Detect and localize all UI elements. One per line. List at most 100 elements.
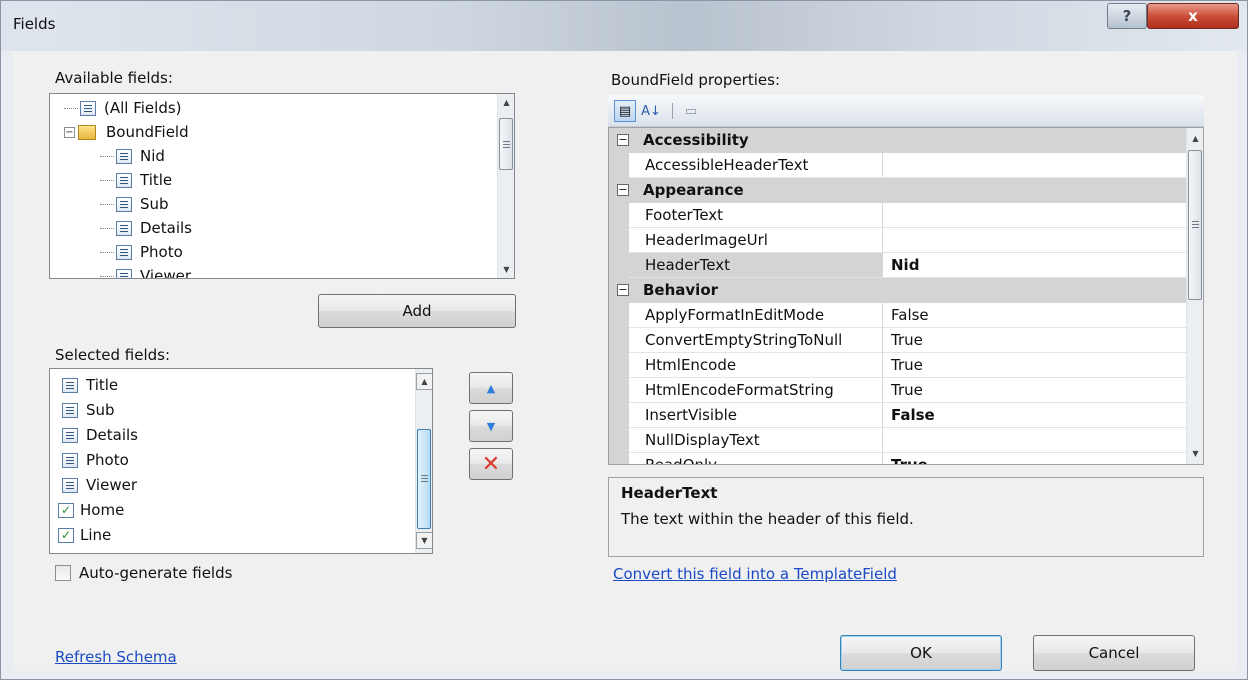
property-value[interactable]: True — [887, 353, 1187, 377]
delete-button[interactable]: ✕ — [469, 448, 513, 480]
move-up-button[interactable]: ▲ — [469, 372, 513, 404]
property-name: ReadOnly — [609, 453, 883, 464]
property-row[interactable]: HeaderImageUrl — [609, 228, 1187, 253]
bound-field-icon — [62, 477, 78, 493]
tree-item-boundfield[interactable]: − BoundField — [64, 120, 189, 144]
property-grid-scrollbar[interactable]: ▲ ▼ — [1186, 128, 1203, 464]
cancel-button[interactable]: Cancel — [1033, 635, 1195, 671]
scroll-thumb[interactable] — [1188, 150, 1202, 300]
property-row[interactable]: ApplyFormatInEditMode False — [609, 303, 1187, 328]
list-item-label: Details — [86, 426, 139, 444]
list-item-label: Viewer — [86, 476, 137, 494]
alphabetical-sort-icon[interactable]: A↓ — [640, 100, 662, 122]
tree-item-nid[interactable]: Nid — [100, 144, 165, 168]
scroll-thumb[interactable] — [417, 429, 431, 529]
property-row[interactable]: FooterText — [609, 203, 1187, 228]
property-value[interactable] — [887, 153, 1187, 177]
property-description-pane: HeaderText The text within the header of… — [608, 477, 1204, 557]
list-item[interactable]: ✓ Line — [58, 523, 111, 547]
list-item-label: Line — [80, 526, 112, 544]
ok-button[interactable]: OK — [840, 635, 1002, 671]
help-button[interactable]: ? — [1107, 3, 1147, 29]
collapse-icon[interactable]: − — [617, 134, 629, 146]
tree-item-details[interactable]: Details — [100, 216, 192, 240]
selected-scrollbar[interactable]: ▲ ▼ — [415, 369, 432, 553]
property-name: HtmlEncodeFormatString — [609, 378, 883, 402]
property-row[interactable]: HtmlEncodeFormatString True — [609, 378, 1187, 403]
autogenerate-checkbox[interactable] — [55, 565, 71, 581]
fields-dialog: Fields ? x Available fields: (All Fields… — [0, 0, 1248, 680]
property-name: InsertVisible — [609, 403, 883, 427]
tree-item-all-fields[interactable]: (All Fields) — [64, 96, 182, 120]
convert-templatefield-link[interactable]: Convert this field into a TemplateField — [613, 565, 897, 583]
list-item[interactable]: ✓ Home — [58, 498, 124, 522]
tree-item-viewer[interactable]: Viewer — [100, 264, 191, 278]
title-bar[interactable]: Fields ? x — [1, 1, 1247, 51]
tree-item-title[interactable]: Title — [100, 168, 172, 192]
property-value[interactable]: True — [887, 453, 1187, 464]
collapse-icon[interactable]: − — [64, 126, 75, 138]
scroll-up-icon[interactable]: ▲ — [1187, 130, 1203, 147]
bound-field-icon — [62, 427, 78, 443]
scroll-thumb[interactable] — [499, 118, 513, 170]
add-button[interactable]: Add — [318, 294, 516, 328]
property-name: HtmlEncode — [609, 353, 883, 377]
property-value[interactable]: False — [887, 403, 1187, 427]
property-pages-icon[interactable]: ▭ — [680, 100, 702, 122]
available-scrollbar[interactable]: ▲ ▼ — [497, 94, 514, 278]
tree-item-label: Details — [140, 219, 193, 237]
category-accessibility[interactable]: − Accessibility — [609, 128, 1187, 153]
property-value[interactable]: True — [887, 378, 1187, 402]
property-row[interactable]: HtmlEncode True — [609, 353, 1187, 378]
dialog-title: Fields — [13, 15, 56, 33]
list-item[interactable]: Photo — [62, 448, 129, 472]
autogenerate-label: Auto-generate fields — [79, 564, 233, 582]
tree-item-photo[interactable]: Photo — [100, 240, 183, 264]
scroll-up-icon[interactable]: ▲ — [416, 373, 432, 390]
property-row[interactable]: ConvertEmptyStringToNull True — [609, 328, 1187, 353]
collapse-icon[interactable]: − — [617, 184, 629, 196]
collapse-icon[interactable]: − — [617, 284, 629, 296]
list-item[interactable]: Sub — [62, 398, 115, 422]
category-label: Behavior — [643, 281, 719, 299]
list-item[interactable]: Details — [62, 423, 138, 447]
category-behavior[interactable]: − Behavior — [609, 278, 1187, 303]
close-button[interactable]: x — [1147, 3, 1239, 29]
list-item[interactable]: Title — [62, 373, 118, 397]
selected-fields-list[interactable]: Title Sub Details Photo Viewer ✓ Home ✓ Li… — [49, 368, 433, 554]
refresh-schema-link[interactable]: Refresh Schema — [55, 648, 177, 666]
list-item[interactable]: Viewer — [62, 473, 137, 497]
property-row-selected[interactable]: HeaderText Nid — [609, 253, 1187, 278]
category-appearance[interactable]: − Appearance — [609, 178, 1187, 203]
scroll-down-icon[interactable]: ▼ — [498, 261, 514, 278]
toolbar-separator — [672, 103, 673, 119]
property-value[interactable]: True — [887, 328, 1187, 352]
bound-field-icon — [116, 148, 132, 164]
properties-label: BoundField properties: — [611, 71, 780, 89]
categorized-view-icon[interactable]: ▤ — [614, 100, 636, 122]
property-row[interactable]: ReadOnly True — [609, 453, 1187, 464]
tree-item-sub[interactable]: Sub — [100, 192, 169, 216]
property-value[interactable] — [887, 203, 1187, 227]
list-item-label: Home — [80, 501, 125, 519]
move-down-button[interactable]: ▼ — [469, 410, 513, 442]
property-value[interactable] — [887, 428, 1187, 452]
tree-item-label: Nid — [140, 147, 165, 165]
property-grid[interactable]: − Accessibility AccessibleHeaderText − A… — [608, 127, 1204, 465]
property-name: ConvertEmptyStringToNull — [609, 328, 883, 352]
property-row[interactable]: AccessibleHeaderText — [609, 153, 1187, 178]
property-row[interactable]: NullDisplayText — [609, 428, 1187, 453]
property-row[interactable]: InsertVisible False — [609, 403, 1187, 428]
dialog-body: Available fields: (All Fields) − BoundFi… — [13, 51, 1237, 671]
scroll-down-icon[interactable]: ▼ — [416, 532, 432, 549]
scroll-up-icon[interactable]: ▲ — [498, 94, 514, 111]
property-value[interactable]: False — [887, 303, 1187, 327]
bound-field-icon — [62, 402, 78, 418]
available-fields-tree[interactable]: (All Fields) − BoundField Nid Title Sub — [49, 93, 515, 279]
bound-field-icon — [116, 220, 132, 236]
property-value[interactable] — [887, 228, 1187, 252]
folder-icon — [78, 124, 96, 140]
list-item-label: Photo — [86, 451, 129, 469]
scroll-down-icon[interactable]: ▼ — [1187, 445, 1203, 462]
property-value[interactable]: Nid — [887, 253, 1187, 277]
